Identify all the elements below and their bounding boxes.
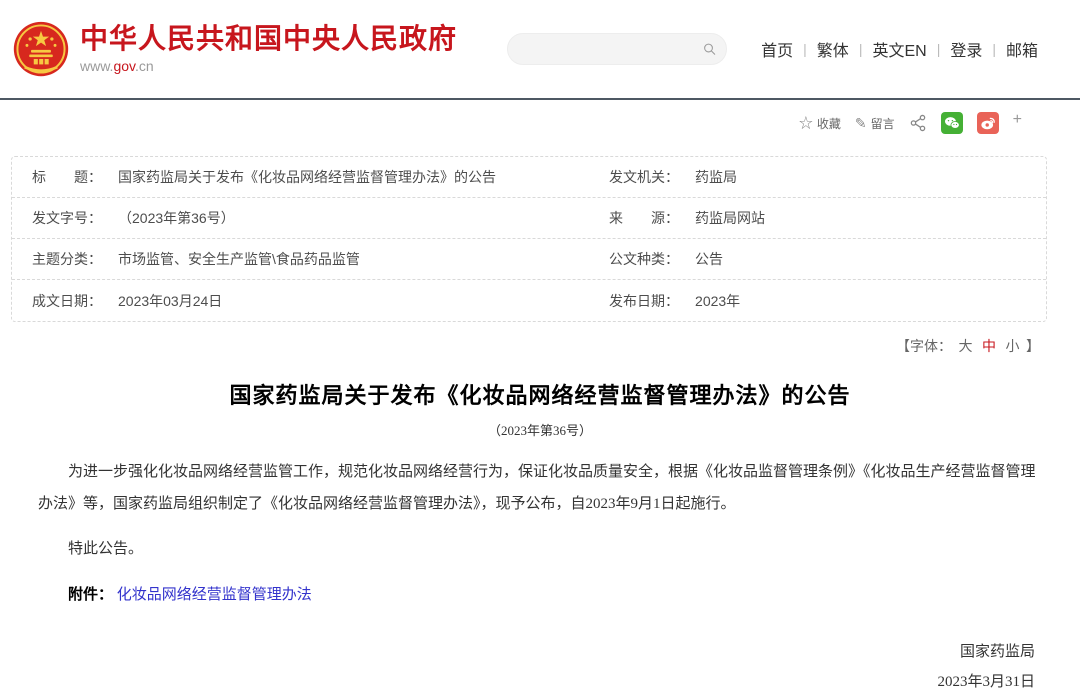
site-header: 中华人民共和国中央人民政府 www.gov.cn 首页 | 繁体 | 英文EN …: [0, 0, 1080, 98]
meta-label-issuing-agency: 发文机关：: [609, 167, 695, 187]
attachment-link[interactable]: 化妆品网络经营监督管理办法: [117, 587, 312, 603]
national-emblem-icon: [12, 20, 70, 78]
wechat-icon: [944, 116, 960, 130]
font-size-medium-button[interactable]: 中: [982, 340, 996, 355]
meta-value-source: 药监局网站: [695, 208, 765, 228]
meta-label-doc-type: 公文种类：: [609, 249, 695, 269]
font-size-large-button[interactable]: 大: [959, 340, 973, 355]
meta-label-written-date: 成文日期：: [32, 291, 118, 311]
meta-value-publish-date: 2023年: [695, 291, 740, 311]
site-url-cn: .cn: [135, 58, 154, 74]
meta-value-title: 国家药监局关于发布《化妆品网络经营监督管理办法》的公告: [118, 167, 496, 187]
nav-home[interactable]: 首页: [751, 37, 803, 61]
site-logo[interactable]: 中华人民共和国中央人民政府 www.gov.cn: [12, 20, 457, 78]
meta-value-doc-type: 公告: [695, 249, 723, 269]
nav-english[interactable]: 英文EN: [862, 37, 936, 61]
meta-value-category: 市场监管、安全生产监管\食品药品监管: [118, 249, 360, 269]
signer-name: 国家药监局: [0, 637, 1035, 667]
meta-value-written-date: 2023年03月24日: [118, 291, 222, 311]
meta-label-doc-number: 发文字号：: [32, 208, 118, 228]
meta-row-title: 标 题： 国家药监局关于发布《化妆品网络经营监督管理办法》的公告 发文机关： 药…: [12, 157, 1046, 198]
font-size-small-button[interactable]: 小: [1006, 340, 1020, 355]
share-bar: ☆ 收藏 ✎ 留言 +: [0, 100, 1080, 142]
site-url-gov: gov: [113, 58, 135, 74]
meta-row-dates: 成文日期： 2023年03月24日 发布日期： 2023年: [12, 280, 1046, 321]
meta-value-issuing-agency: 药监局: [695, 167, 737, 187]
nav-login[interactable]: 登录: [940, 37, 992, 61]
pencil-icon: ✎: [855, 115, 867, 132]
search-box: [507, 33, 727, 65]
attachment-row: 附件： 化妆品网络经营监督管理办法: [38, 580, 1042, 612]
sign-date: 2023年3月31日: [0, 667, 1035, 697]
article-doc-number: （2023年第36号）: [0, 420, 1080, 439]
font-size-suffix: 】: [1026, 340, 1040, 355]
site-url: www.gov.cn: [80, 58, 457, 74]
document-meta-table: 标 题： 国家药监局关于发布《化妆品网络经营监督管理办法》的公告 发文机关： 药…: [11, 156, 1047, 322]
share-icon[interactable]: [909, 114, 927, 132]
font-size-selector: 【字体： 大 中 小 】: [0, 322, 1080, 356]
meta-label-category: 主题分类：: [32, 249, 118, 269]
favorite-label: 收藏: [817, 115, 841, 132]
weibo-icon: [980, 116, 996, 130]
weibo-share-button[interactable]: [977, 112, 999, 134]
more-share-button[interactable]: +: [1013, 112, 1022, 128]
nav-traditional[interactable]: 繁体: [807, 37, 859, 61]
search-icon[interactable]: [703, 40, 716, 58]
meta-row-category: 主题分类： 市场监管、安全生产监管\食品药品监管 公文种类： 公告: [12, 239, 1046, 280]
meta-label-title: 标 题：: [32, 167, 118, 187]
wechat-share-button[interactable]: [941, 112, 963, 134]
star-icon: ☆: [799, 113, 813, 133]
favorite-button[interactable]: ☆ 收藏: [799, 113, 841, 133]
meta-value-doc-number: （2023年第36号）: [118, 208, 235, 228]
comment-label: 留言: [871, 115, 895, 132]
search-input[interactable]: [522, 41, 703, 57]
signature-block: 国家药监局 2023年3月31日: [0, 637, 1035, 697]
article-title: 国家药监局关于发布《化妆品网络经营监督管理办法》的公告: [0, 378, 1080, 410]
nav-mail[interactable]: 邮箱: [996, 37, 1048, 61]
article-paragraph: 特此公告。: [38, 534, 1042, 566]
top-nav: 首页 | 繁体 | 英文EN | 登录 | 邮箱: [751, 37, 1048, 61]
site-url-www: www.: [80, 58, 113, 74]
font-size-prefix: 【字体：: [896, 340, 952, 355]
meta-label-source: 来 源：: [609, 208, 695, 228]
attachment-label: 附件：: [68, 587, 113, 603]
meta-row-doc-number: 发文字号： （2023年第36号） 来 源： 药监局网站: [12, 198, 1046, 239]
article: 国家药监局关于发布《化妆品网络经营监督管理办法》的公告 （2023年第36号） …: [0, 378, 1080, 697]
comment-button[interactable]: ✎ 留言: [855, 115, 895, 132]
meta-label-publish-date: 发布日期：: [609, 291, 695, 311]
article-paragraph: 为进一步强化化妆品网络经营监管工作，规范化妆品网络经营行为，保证化妆品质量安全，…: [38, 457, 1042, 520]
site-title: 中华人民共和国中央人民政府: [80, 24, 457, 55]
